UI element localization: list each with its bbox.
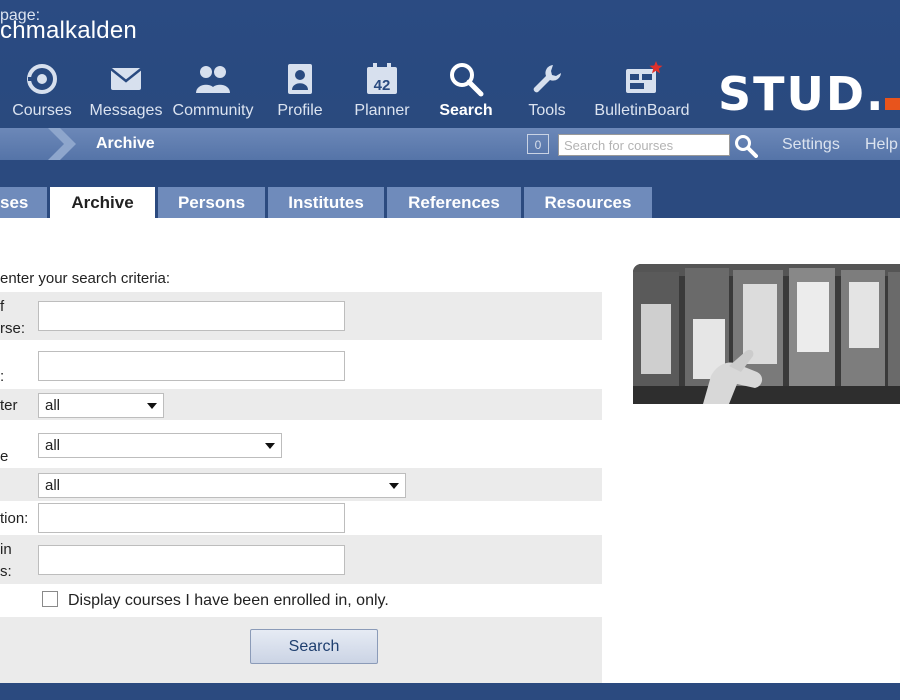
nav-courses-label: Courses	[12, 102, 72, 119]
description-input[interactable]	[38, 503, 345, 533]
tab-courses[interactable]: ses	[0, 187, 47, 218]
bulletin-icon	[590, 60, 694, 98]
nav-search[interactable]: Search	[432, 60, 500, 126]
semester-select[interactable]: all	[38, 393, 164, 418]
breadcrumb-separator-icon	[48, 128, 76, 160]
field-label-semester: ter	[0, 397, 18, 414]
nav-profile-label: Profile	[277, 102, 323, 119]
search-go-button[interactable]	[734, 134, 758, 163]
archive-binders-image	[633, 264, 900, 404]
tab-references[interactable]: References	[387, 187, 521, 218]
nav-tools[interactable]: Tools	[518, 60, 576, 126]
nav-courses[interactable]: Courses	[6, 60, 78, 126]
field-label-type: e	[0, 448, 9, 465]
breadcrumb-current: Archive	[96, 135, 155, 152]
nav-bulletinboard-label: BulletinBoard	[594, 102, 690, 119]
breadcrumb-label: page:	[0, 7, 41, 24]
all-fields-input[interactable]	[38, 545, 345, 575]
nav-messages-label: Messages	[89, 102, 163, 119]
faculty-select[interactable]: all	[38, 473, 406, 498]
nav-messages[interactable]: Messages	[86, 60, 166, 126]
enrolled-only-checkbox[interactable]	[42, 591, 58, 607]
search-counter-badge: 0	[527, 134, 549, 154]
chevron-down-icon	[389, 483, 399, 489]
enrolled-only-label[interactable]: Display courses I have been enrolled in,…	[68, 592, 389, 610]
form-instruction: enter your search criteria:	[0, 270, 171, 287]
course-search-input[interactable]	[558, 134, 730, 156]
footer-bar	[0, 683, 900, 700]
course-title-input[interactable]	[38, 301, 345, 331]
studip-logo: STUD.	[718, 68, 900, 116]
lecturer-input[interactable]	[38, 351, 345, 381]
tab-archive[interactable]: Archive	[50, 187, 155, 219]
field-label-lecturer: :	[0, 368, 5, 385]
field-label-all-fields: in s:	[0, 541, 12, 580]
semester-select-value: all	[45, 397, 61, 414]
courses-icon	[6, 60, 78, 98]
profile-icon	[268, 60, 332, 98]
type-select[interactable]: all	[38, 433, 282, 458]
nav-planner[interactable]: 42 Planner	[348, 60, 416, 126]
field-label-title: f rse:	[0, 298, 26, 337]
magnifier-icon	[432, 60, 500, 98]
wrench-icon	[518, 60, 576, 98]
field-label-description: tion:	[0, 510, 29, 527]
people-icon	[170, 60, 256, 98]
settings-link[interactable]: Settings	[782, 136, 840, 154]
chevron-down-icon	[265, 443, 275, 449]
envelope-icon	[86, 60, 166, 98]
nav-planner-label: Planner	[354, 102, 410, 119]
nav-profile[interactable]: Profile	[268, 60, 332, 126]
planner-badge: 42	[374, 77, 391, 94]
type-select-value: all	[45, 437, 61, 454]
logo-text: STUD.	[718, 68, 886, 116]
nav-community-label: Community	[172, 102, 254, 119]
nav-bulletinboard[interactable]: BulletinBoard	[590, 60, 694, 126]
nav-community[interactable]: Community	[170, 60, 256, 126]
help-link[interactable]: Help	[865, 136, 898, 154]
magnifier-icon	[735, 135, 758, 158]
tab-resources[interactable]: Resources	[524, 187, 652, 218]
faculty-select-value: all	[45, 477, 61, 494]
tab-institutes[interactable]: Institutes	[268, 187, 384, 218]
chevron-down-icon	[147, 403, 157, 409]
nav-tools-label: Tools	[528, 102, 566, 119]
calendar-icon: 42	[348, 60, 416, 98]
search-submit-button[interactable]: Search	[250, 629, 378, 664]
nav-search-label: Search	[439, 102, 493, 119]
tab-persons[interactable]: Persons	[158, 187, 265, 218]
